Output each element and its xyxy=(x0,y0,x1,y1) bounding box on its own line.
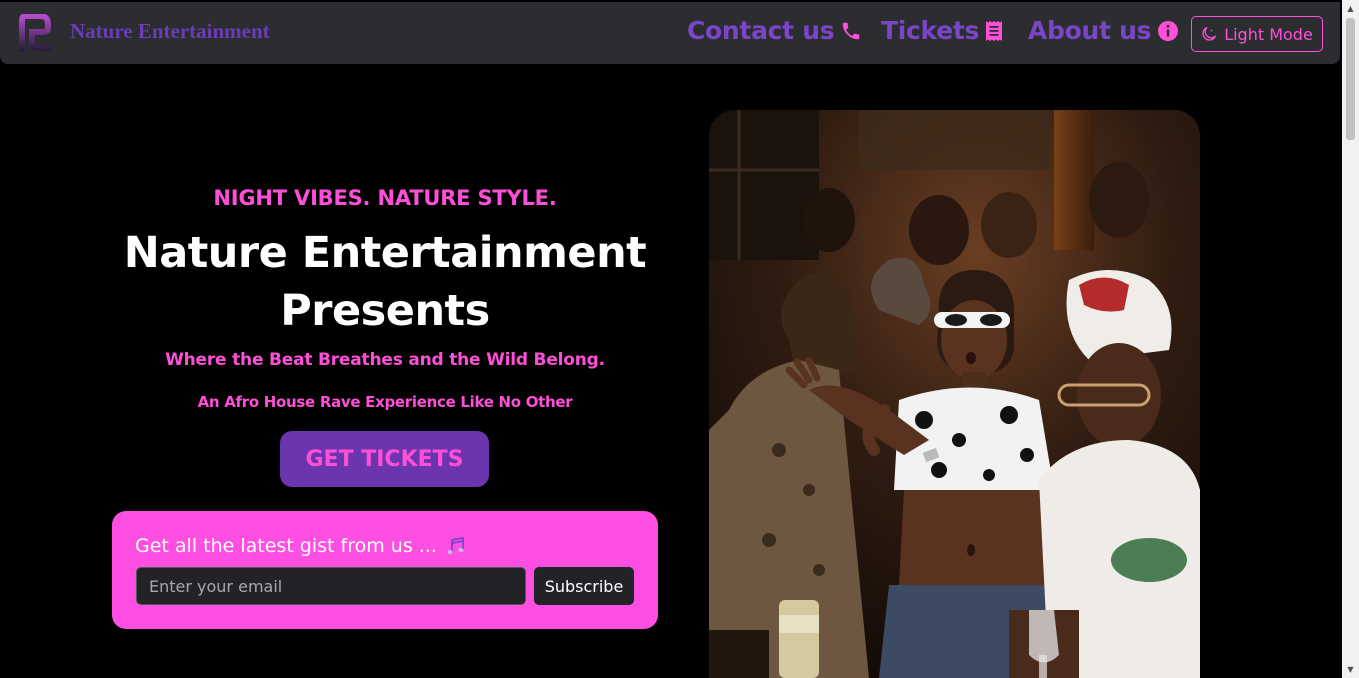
hero-title-line-1: Nature Entertainment xyxy=(123,228,647,278)
nav-tickets-label: Tickets xyxy=(881,16,980,45)
nav-contact-label: Contact us xyxy=(687,16,835,45)
newsletter-heading-text: Get all the latest gist from us ... xyxy=(135,535,437,557)
scroll-up-arrow-icon[interactable]: ▲ xyxy=(1346,4,1355,13)
navbar: Nature Entertainment Contact us Tickets … xyxy=(0,2,1340,64)
page-scrollbar[interactable]: ▲ ▼ xyxy=(1342,0,1359,678)
newsletter-heading: Get all the latest gist from us ... xyxy=(135,535,467,557)
hero-title-line-2: Presents xyxy=(280,286,490,336)
light-mode-label: Light Mode xyxy=(1224,24,1313,44)
phone-icon xyxy=(843,22,860,39)
scroll-thumb[interactable] xyxy=(1346,18,1355,140)
brand-name[interactable]: Nature Entertainment xyxy=(70,19,270,44)
party-scene-illustration xyxy=(709,110,1200,678)
email-input[interactable] xyxy=(136,567,526,605)
light-mode-toggle[interactable]: Light Mode xyxy=(1191,16,1323,52)
hero-party-photo xyxy=(709,110,1200,678)
music-notes-icon xyxy=(447,536,464,554)
moon-stars-icon xyxy=(1202,26,1217,41)
nav-tickets[interactable]: Tickets xyxy=(881,16,1003,45)
hero-description: An Afro House Rave Experience Like No Ot… xyxy=(197,393,573,411)
info-circle-icon xyxy=(1158,20,1179,41)
brand-logo-icon[interactable] xyxy=(16,14,52,52)
nav-contact-us[interactable]: Contact us xyxy=(687,16,862,45)
receipt-icon xyxy=(986,20,1003,41)
hero-subtitle: Where the Beat Breathes and the Wild Bel… xyxy=(165,350,605,370)
newsletter-box: Get all the latest gist from us ... Subs… xyxy=(112,511,658,629)
scroll-down-arrow-icon[interactable]: ▼ xyxy=(1346,665,1355,674)
subscribe-button[interactable]: Subscribe xyxy=(534,567,634,605)
hero-title: Nature Entertainment Presents xyxy=(112,224,658,340)
nav-about-label: About us xyxy=(1028,16,1152,45)
get-tickets-button[interactable]: GET TICKETS xyxy=(280,431,489,487)
hero-tagline: NIGHT VIBES. NATURE STYLE. xyxy=(213,186,557,210)
nav-about-us[interactable]: About us xyxy=(1028,16,1179,45)
